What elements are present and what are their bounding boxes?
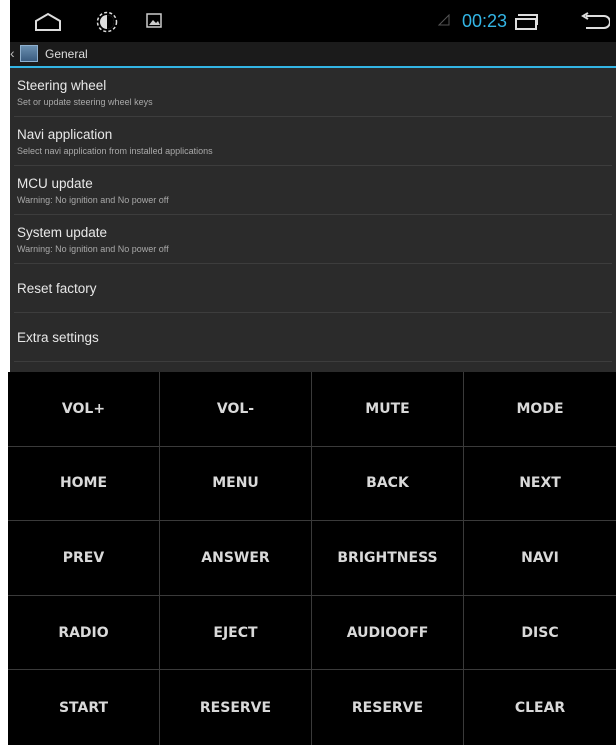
menu-item-title: Steering wheel	[17, 78, 107, 93]
menu-item-title: System update	[17, 225, 108, 240]
key-vol-up-button[interactable]: VOL+	[8, 372, 160, 447]
menu-item-steering-wheel[interactable]: Steering wheel Set or update steering wh…	[14, 68, 612, 117]
menu-item-title: Navi application	[17, 127, 113, 142]
menu-item-reset-factory[interactable]: Reset factory	[14, 264, 612, 313]
key-brightness-button[interactable]: BRIGHTNESS	[312, 521, 464, 596]
key-disc-button[interactable]: DISC	[464, 596, 616, 671]
key-home-button[interactable]: HOME	[8, 446, 160, 522]
action-bar[interactable]: ‹ General	[10, 42, 616, 68]
menu-item-extra-settings[interactable]: Extra settings	[14, 313, 612, 362]
gallery-icon[interactable]	[146, 13, 162, 28]
menu-item-title: Reset factory	[17, 281, 97, 296]
chevron-left-icon[interactable]: ‹	[10, 45, 15, 61]
settings-app-icon	[20, 45, 38, 62]
menu-item-subtitle: Set or update steering wheel keys	[17, 97, 153, 107]
key-mode-button[interactable]: MODE	[464, 372, 616, 447]
menu-item-mcu-update[interactable]: MCU update Warning: No ignition and No p…	[14, 166, 612, 215]
key-reserve-1-button[interactable]: RESERVE	[160, 670, 312, 745]
key-mute-button[interactable]: MUTE	[312, 372, 464, 447]
key-audiooff-button[interactable]: AUDIOOFF	[312, 595, 464, 671]
clock: 00:23	[462, 11, 508, 31]
key-navi-button[interactable]: NAVI	[464, 521, 616, 596]
key-prev-button[interactable]: PREV	[8, 521, 160, 596]
steering-key-grid: VOL+ VOL- MUTE MODE HOME MENU BACK NEXT …	[8, 372, 616, 745]
key-reserve-2-button[interactable]: RESERVE	[312, 670, 464, 745]
menu-item-title: MCU update	[17, 176, 93, 191]
key-next-button[interactable]: NEXT	[464, 447, 616, 522]
key-answer-button[interactable]: ANSWER	[160, 521, 312, 596]
key-start-button[interactable]: START	[8, 670, 160, 745]
back-icon[interactable]	[580, 12, 610, 32]
menu-item-system-update[interactable]: System update Warning: No ignition and N…	[14, 215, 612, 264]
key-eject-button[interactable]: EJECT	[160, 595, 312, 671]
recent-apps-icon[interactable]	[512, 13, 540, 31]
menu-item-title: Extra settings	[17, 330, 99, 345]
menu-item-subtitle: Warning: No ignition and No power off	[17, 195, 169, 205]
page-title: General	[45, 47, 88, 61]
menu-item-navi-application[interactable]: Navi application Select navi application…	[14, 117, 612, 166]
menu-item-subtitle: Warning: No ignition and No power off	[17, 244, 169, 254]
settings-screen: 00:23 ‹ General Steering wheel Set or up…	[10, 0, 616, 372]
key-vol-down-button[interactable]: VOL-	[160, 372, 312, 447]
key-clear-button[interactable]: CLEAR	[464, 670, 616, 745]
settings-list: Steering wheel Set or update steering wh…	[10, 68, 616, 362]
key-back-button[interactable]: BACK	[312, 446, 464, 522]
signal-icon	[438, 14, 450, 26]
menu-item-subtitle: Select navi application from installed a…	[17, 146, 213, 156]
home-icon[interactable]	[34, 12, 62, 32]
key-menu-button[interactable]: MENU	[160, 446, 312, 522]
brightness-icon[interactable]	[96, 11, 118, 33]
key-radio-button[interactable]: RADIO	[8, 595, 160, 671]
status-bar: 00:23	[10, 0, 616, 42]
